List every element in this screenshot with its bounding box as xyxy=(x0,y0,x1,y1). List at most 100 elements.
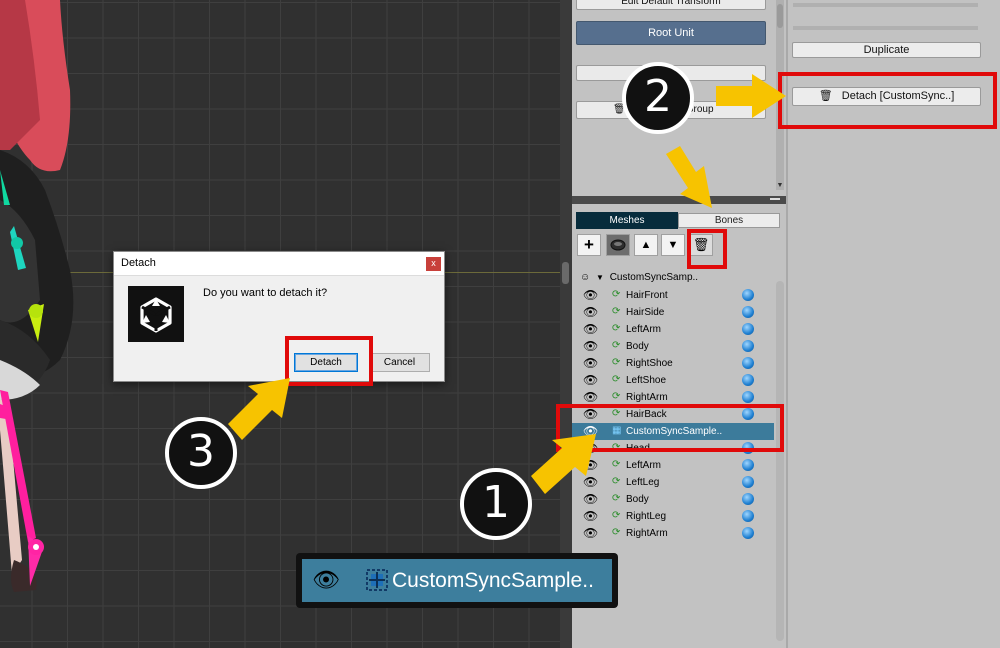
list-item[interactable]: 👁 ⟳ LeftLeg xyxy=(572,474,774,491)
expand-arrow-icon[interactable]: ▼ xyxy=(596,273,604,282)
eye-icon[interactable]: 👁 xyxy=(583,391,598,403)
eye-icon[interactable]: 👁 xyxy=(583,493,598,505)
eye-icon: 👁 xyxy=(312,567,340,592)
dialog-message: Do you want to detach it? xyxy=(203,287,328,299)
globe-icon xyxy=(742,357,754,369)
tree-root-label: CustomSyncSamp.. xyxy=(609,272,699,283)
tree-scrollbar[interactable] xyxy=(776,281,784,641)
list-item-label: Body xyxy=(626,494,649,505)
duplicate-button[interactable]: Duplicate xyxy=(792,42,981,58)
edit-default-transform-button[interactable]: Edit Default Transform xyxy=(576,0,766,10)
unity-logo-icon xyxy=(128,286,184,342)
step-1-badge: 1 xyxy=(460,468,532,540)
divider xyxy=(793,26,978,30)
dialog-title: Detach xyxy=(121,257,156,269)
root-unit-icon: ☺ xyxy=(580,272,591,283)
list-item-label: RightArm xyxy=(626,392,668,403)
move-down-icon[interactable]: ▼ xyxy=(661,234,685,256)
mesh-icon: ⟳ xyxy=(612,357,621,368)
list-item[interactable]: 👁 ⟳ HairFront xyxy=(572,287,774,304)
customsync-mesh-icon xyxy=(366,569,388,591)
globe-icon xyxy=(742,527,754,539)
list-item[interactable]: 👁 ⟳ RightArm xyxy=(572,525,774,542)
eye-icon[interactable]: 👁 xyxy=(583,289,598,301)
mesh-icon: ⟳ xyxy=(612,493,621,504)
dialog-titlebar: Detach x xyxy=(114,252,444,276)
mesh-icon: ⟳ xyxy=(612,306,621,317)
root-unit-button[interactable]: Root Unit xyxy=(576,21,766,45)
divider xyxy=(793,3,978,7)
mesh-icon: ⟳ xyxy=(612,323,621,334)
tree-root[interactable]: ☺ ▼ CustomSyncSamp.. xyxy=(580,271,698,285)
list-item-label: RightArm xyxy=(626,528,668,539)
eye-icon[interactable]: 👁 xyxy=(583,323,598,335)
list-item[interactable]: 👁 ⟳ Body xyxy=(572,338,774,355)
list-item[interactable]: 👁 ⟳ HairSide xyxy=(572,304,774,321)
list-item-label: LeftArm xyxy=(626,460,662,471)
mesh-icon: ⟳ xyxy=(612,391,621,402)
mesh-icon: ⟳ xyxy=(612,289,621,300)
list-item-label: Body xyxy=(626,341,649,352)
panel-splitter[interactable] xyxy=(572,196,786,204)
tab-meshes[interactable]: Meshes xyxy=(576,212,678,229)
globe-icon xyxy=(742,289,754,301)
mesh-icon: ⟳ xyxy=(612,476,621,487)
scrollbar-thumb[interactable] xyxy=(777,4,783,28)
tab-bones[interactable]: Bones xyxy=(678,213,780,228)
globe-icon xyxy=(742,476,754,488)
mesh-icon: ⟳ xyxy=(612,527,621,538)
zoomed-row: 👁 CustomSyncSample.. xyxy=(302,559,612,602)
mesh-icon: ⟳ xyxy=(612,374,621,385)
list-item-label: HairSide xyxy=(626,307,665,318)
globe-icon xyxy=(742,459,754,471)
list-item-label: HairFront xyxy=(626,290,668,301)
zoomed-row-label: CustomSyncSample.. xyxy=(392,569,594,592)
highlight-dialog-detach xyxy=(285,336,373,386)
list-item[interactable]: 👁 ⟳ RightLeg xyxy=(572,508,774,525)
viewport-scrollbar-thumb[interactable] xyxy=(562,262,569,284)
eye-icon[interactable]: 👁 xyxy=(583,374,598,386)
globe-icon xyxy=(742,391,754,403)
close-icon[interactable]: x xyxy=(426,257,441,271)
globe-icon xyxy=(742,493,754,505)
list-item-label: LeftLeg xyxy=(626,477,660,488)
eye-icon[interactable]: 👁 xyxy=(583,340,598,352)
list-item[interactable]: 👁 ⟳ LeftShoe xyxy=(572,372,774,389)
move-up-icon[interactable]: ▲ xyxy=(634,234,658,256)
mesh-toggle-icon[interactable] xyxy=(606,234,630,256)
eye-icon[interactable]: 👁 xyxy=(583,459,598,471)
mesh-icon: ⟳ xyxy=(612,459,621,470)
globe-icon xyxy=(742,306,754,318)
globe-icon xyxy=(742,374,754,386)
zoomed-selection-callout: 👁 CustomSyncSample.. xyxy=(296,553,618,608)
step-2-badge: 2 xyxy=(622,62,694,134)
eye-icon[interactable]: 👁 xyxy=(583,306,598,318)
splitter-handle[interactable] xyxy=(770,198,780,200)
globe-icon xyxy=(742,340,754,352)
highlight-delete-button xyxy=(687,229,727,269)
globe-icon xyxy=(742,510,754,522)
add-icon[interactable]: + xyxy=(577,234,601,256)
mesh-icon: ⟳ xyxy=(612,340,621,351)
eye-icon[interactable]: 👁 xyxy=(583,476,598,488)
eye-icon[interactable]: 👁 xyxy=(583,510,598,522)
list-item-label: LeftArm xyxy=(626,324,662,335)
globe-icon xyxy=(742,323,754,335)
eye-icon[interactable]: 👁 xyxy=(583,357,598,369)
viewport-scrollbar[interactable] xyxy=(560,0,572,648)
list-item[interactable]: 👁 ⟳ RightShoe xyxy=(572,355,774,372)
highlight-selected-row xyxy=(556,404,784,452)
list-item[interactable]: 👁 ⟳ Body xyxy=(572,491,774,508)
mesh-icon: ⟳ xyxy=(612,510,621,521)
eye-icon[interactable]: 👁 xyxy=(583,527,598,539)
list-item[interactable]: 👁 ⟳ LeftArm xyxy=(572,457,774,474)
detach-dialog: Detach x Do you want to detach it? Detac… xyxy=(113,251,445,382)
dialog-cancel-button[interactable]: Cancel xyxy=(369,353,430,372)
scroll-down-arrow-icon[interactable]: ▼ xyxy=(776,182,784,190)
list-item-label: RightShoe xyxy=(626,358,673,369)
list-item-label: RightLeg xyxy=(626,511,667,522)
list-item[interactable]: 👁 ⟳ LeftArm xyxy=(572,321,774,338)
step-3-badge: 3 xyxy=(165,417,237,489)
list-item-label: LeftShoe xyxy=(626,375,667,386)
highlight-detach-customsync xyxy=(778,72,997,129)
